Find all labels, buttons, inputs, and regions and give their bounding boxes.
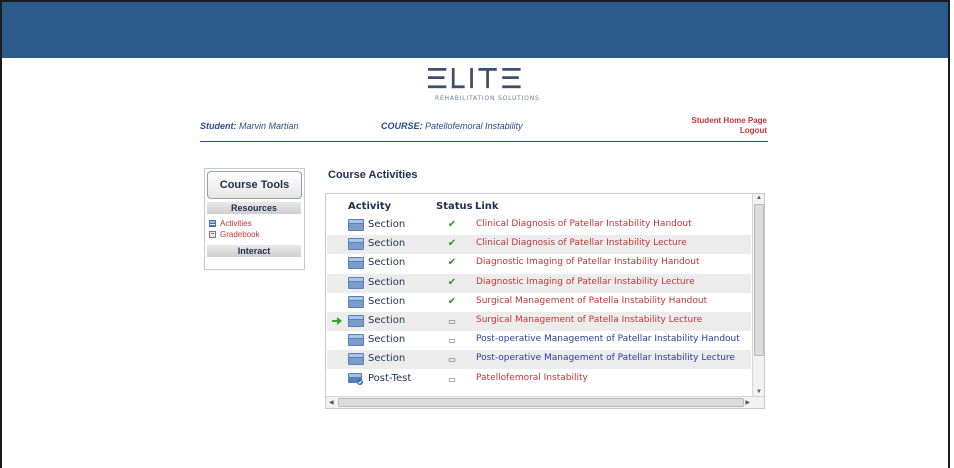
completed-check-icon: ✔	[447, 276, 457, 288]
column-header-link: Link	[475, 201, 499, 212]
activity-link[interactable]: Diagnostic Imaging of Patellar Instabili…	[476, 257, 700, 267]
horizontal-scroll-thumb[interactable]	[338, 398, 744, 407]
table-row[interactable]: Section ▭ Post-operative Management of Pat…	[327, 350, 751, 370]
list-icon	[209, 220, 216, 227]
section-icon	[348, 238, 364, 251]
activities-link[interactable]: Activities	[209, 219, 252, 228]
section-icon	[348, 219, 364, 231]
scroll-up-icon[interactable]: ▲	[756, 195, 762, 201]
activity-link[interactable]: Clinical Diagnosis of Patellar Instabili…	[476, 238, 687, 248]
section-icon	[348, 334, 364, 347]
course-tools-button[interactable]: Course Tools	[207, 171, 302, 199]
course-activities-title: Course Activities	[328, 169, 418, 181]
student-label: Student:	[200, 121, 237, 131]
activities-label: Activities	[220, 219, 252, 228]
activity-type[interactable]: Post-Test	[368, 373, 411, 384]
interact-heading: Interact	[207, 245, 301, 257]
gradebook-label: Gradebook	[220, 230, 260, 239]
activities-table: Activity Status Link Section ✔ Clinical Di…	[325, 193, 765, 409]
course-info: COURSE: Patellofemoral Instability	[381, 121, 523, 131]
table-row[interactable]: Section ✔ Clinical Diagnosis of Patellar I…	[327, 235, 751, 255]
horizontal-scrollbar[interactable]: ◀ ▶	[326, 396, 764, 408]
activity-type[interactable]: Section	[368, 315, 405, 326]
vertical-scrollbar[interactable]: ▲ ▼	[752, 194, 764, 396]
section-icon	[348, 276, 364, 289]
activity-type[interactable]: Section	[368, 353, 405, 364]
completed-check-icon: ✔	[447, 257, 457, 269]
completed-check-icon: ✔	[447, 295, 457, 307]
activity-link[interactable]: Clinical Diagnosis of Patellar Instabili…	[476, 219, 692, 229]
activity-link[interactable]: Diagnostic Imaging of Patellar Instabili…	[476, 277, 695, 287]
activity-link[interactable]: Patellofemoral Instability	[476, 373, 588, 383]
section-icon	[348, 353, 364, 366]
section-icon	[348, 257, 364, 270]
completed-check-icon: ✔	[447, 219, 457, 230]
activity-link[interactable]: Surgical Management of Patella Instabili…	[476, 315, 702, 325]
activity-type[interactable]: Section	[368, 238, 405, 249]
incomplete-box-icon: ▭	[448, 336, 456, 346]
gradebook-link[interactable]: Gradebook	[209, 230, 260, 239]
table-row[interactable]: Section ✔ Diagnostic Imaging of Patellar I…	[327, 254, 751, 273]
student-home-link[interactable]: Student Home Page	[691, 116, 767, 125]
resources-heading: Resources	[207, 202, 301, 214]
course-tools-panel: Course Tools Resources Activities Gradeb…	[204, 168, 305, 270]
activity-link[interactable]: Post-operative Management of Patellar In…	[476, 334, 740, 344]
table-row[interactable]: Post-Test ▭ Patellofemoral Instability	[327, 370, 751, 389]
activity-type[interactable]: Section	[368, 257, 405, 268]
current-arrow-icon	[332, 317, 342, 325]
elite-wordmark	[428, 68, 521, 89]
gradebook-icon	[209, 231, 216, 238]
column-header-activity: Activity	[348, 201, 392, 212]
table-row[interactable]: Section ▭ Surgical Management of Patella I…	[327, 312, 751, 331]
completed-check-icon: ✔	[447, 238, 457, 250]
post-test-icon	[348, 372, 363, 385]
incomplete-box-icon: ▭	[448, 317, 456, 326]
activity-type[interactable]: Section	[368, 334, 405, 345]
table-row[interactable]: Section ✔ Surgical Management of Patella I…	[327, 293, 751, 312]
table-row[interactable]: Section ✔ Diagnostic Imaging of Patellar I…	[327, 273, 751, 293]
scroll-left-icon[interactable]: ◀	[329, 399, 334, 406]
activity-link[interactable]: Surgical Management of Patella Instabili…	[476, 296, 707, 306]
incomplete-box-icon: ▭	[448, 355, 456, 365]
section-icon	[348, 295, 364, 308]
scroll-down-icon[interactable]: ▼	[756, 389, 762, 395]
title-band	[2, 2, 948, 58]
section-icon	[348, 315, 364, 327]
column-header-status: Status	[436, 201, 473, 212]
header-divider	[200, 141, 768, 142]
incomplete-box-icon: ▭	[448, 374, 456, 384]
student-name: Marvin Martian	[239, 121, 299, 131]
scroll-right-icon[interactable]: ▶	[745, 399, 750, 406]
activity-type[interactable]: Section	[368, 219, 405, 230]
student-info: Student: Marvin Martian	[200, 121, 299, 131]
table-row[interactable]: Section ▭ Post-operative Management of Pat…	[327, 331, 751, 350]
activity-type[interactable]: Section	[368, 296, 405, 307]
vertical-scroll-thumb[interactable]	[754, 204, 764, 356]
activity-type[interactable]: Section	[368, 277, 405, 288]
table-row[interactable]: Section ✔ Clinical Diagnosis of Patellar I…	[327, 216, 751, 235]
logout-link[interactable]: Logout	[740, 126, 767, 135]
elite-logo: REHABILITATION SOLUTIONS	[423, 68, 543, 108]
activity-link[interactable]: Post-operative Management of Patellar In…	[476, 353, 735, 363]
logo-tagline: REHABILITATION SOLUTIONS	[435, 95, 540, 102]
course-label: COURSE:	[381, 121, 423, 131]
course-name: Patellofemoral Instability	[425, 121, 523, 131]
